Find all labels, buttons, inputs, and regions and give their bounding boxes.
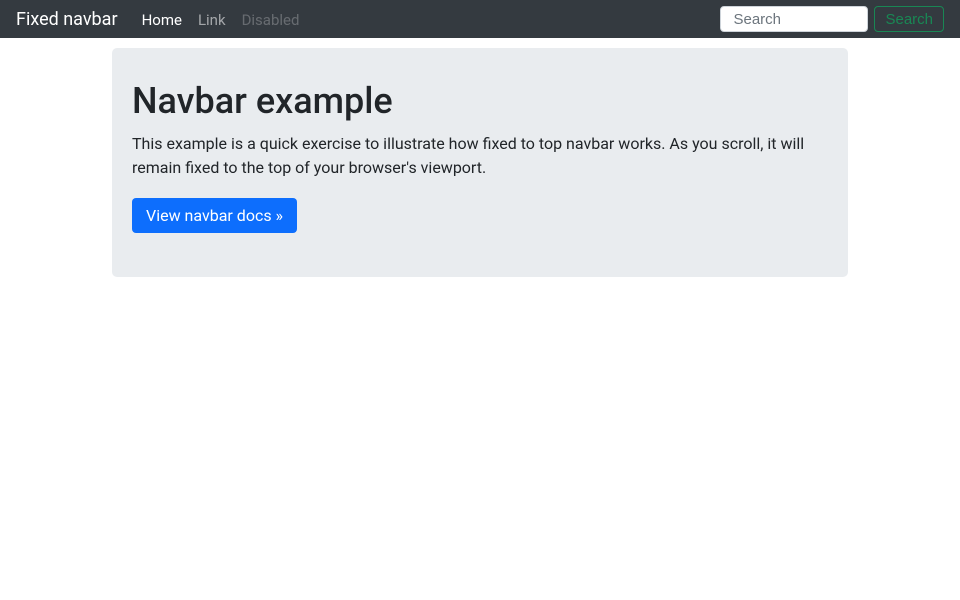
navbar: Fixed navbar Home Link Disabled Search xyxy=(0,0,960,38)
page-heading: Navbar example xyxy=(132,80,828,122)
search-button[interactable]: Search xyxy=(874,6,944,32)
navbar-search-form: Search xyxy=(720,6,944,32)
jumbotron: Navbar example This example is a quick e… xyxy=(112,48,848,277)
navbar-nav: Home Link Disabled xyxy=(134,10,308,29)
nav-link-home[interactable]: Home xyxy=(142,11,182,29)
nav-link-link[interactable]: Link xyxy=(198,11,226,29)
view-docs-button[interactable]: View navbar docs » xyxy=(132,198,297,233)
nav-item-link: Link xyxy=(190,10,234,29)
main-content: Navbar example This example is a quick e… xyxy=(0,0,960,277)
nav-item-home: Home xyxy=(134,10,190,29)
nav-link-disabled: Disabled xyxy=(242,11,300,29)
navbar-left: Fixed navbar Home Link Disabled xyxy=(16,9,307,30)
page-description: This example is a quick exercise to illu… xyxy=(132,132,828,180)
navbar-brand[interactable]: Fixed navbar xyxy=(16,9,118,30)
nav-item-disabled: Disabled xyxy=(234,10,308,29)
search-input[interactable] xyxy=(720,6,868,32)
